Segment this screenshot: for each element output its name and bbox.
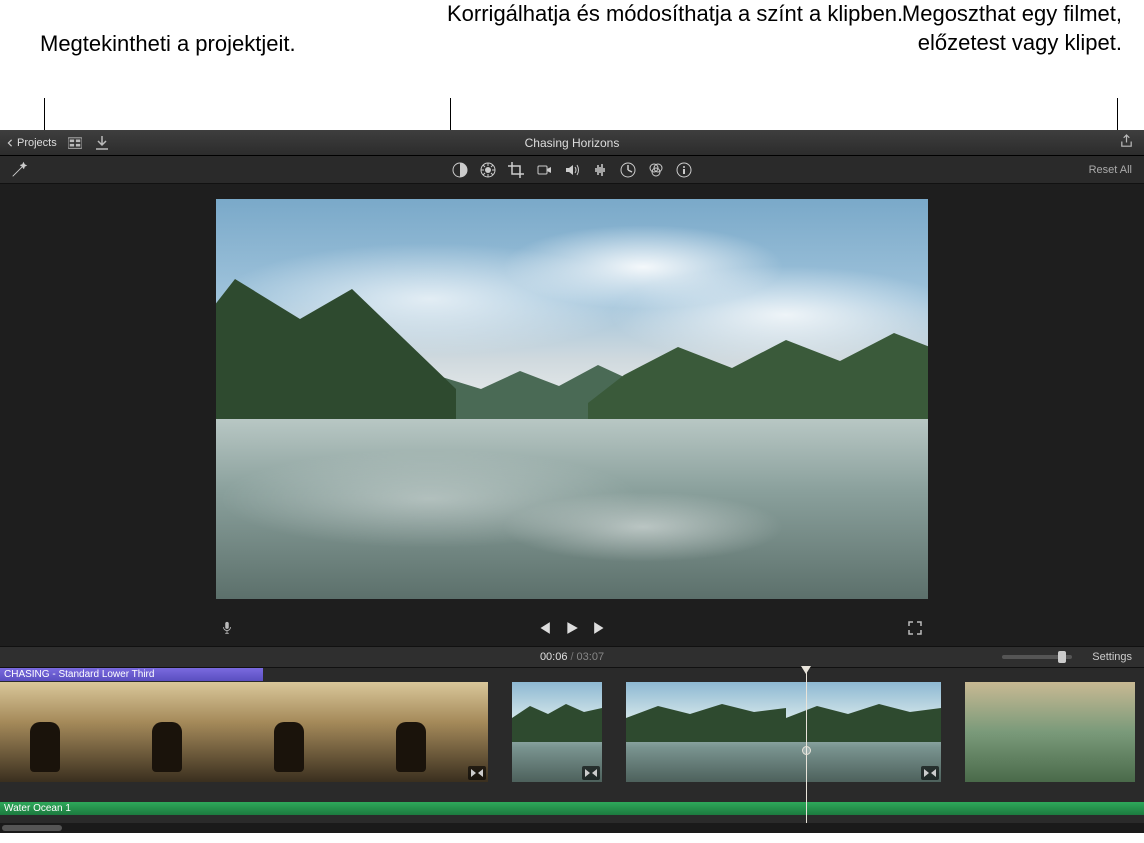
callout-line xyxy=(1117,98,1118,132)
crop-icon[interactable] xyxy=(507,161,525,179)
video-track xyxy=(0,682,1144,782)
time-duration: 03:07 xyxy=(577,651,605,663)
play-button[interactable] xyxy=(565,621,579,640)
projects-back-button[interactable]: Projects xyxy=(6,137,57,149)
scrollbar-thumb[interactable] xyxy=(2,825,62,831)
zoom-thumb[interactable] xyxy=(1058,651,1066,663)
video-clip-2[interactable] xyxy=(512,682,602,782)
noise-reduction-icon[interactable] xyxy=(591,161,609,179)
transition-icon[interactable] xyxy=(582,766,600,780)
playhead[interactable] xyxy=(806,668,807,823)
callouts-region: Megtekintheti a projektjeit. Korrigálhat… xyxy=(0,0,1144,130)
callout-share: Megoszthat egy filmet, előzetest vagy kl… xyxy=(897,0,1122,57)
title-track: CHASING - Standard Lower Third xyxy=(0,668,1144,682)
callout-color: Korrigálhatja és módosíthatja a színt a … xyxy=(447,0,903,29)
video-clip-4[interactable] xyxy=(965,682,1135,782)
reset-all-button[interactable]: Reset All xyxy=(1089,164,1144,176)
app-window: Projects Chasing Horizons xyxy=(0,130,1144,833)
timeline-scrollbar[interactable] xyxy=(0,823,1144,833)
viewer-area xyxy=(0,184,1144,614)
playback-controls-bar xyxy=(0,614,1144,646)
spacer-track xyxy=(0,782,1144,802)
callout-projects: Megtekintheti a projektjeit. xyxy=(40,30,296,59)
color-wheel-icon[interactable] xyxy=(479,161,497,179)
video-clip-1[interactable] xyxy=(0,682,488,782)
video-preview[interactable] xyxy=(216,199,928,599)
color-balance-icon[interactable] xyxy=(451,161,469,179)
next-button[interactable] xyxy=(593,621,607,640)
magic-wand-button[interactable] xyxy=(0,161,28,179)
project-title: Chasing Horizons xyxy=(0,136,1144,150)
volume-icon[interactable] xyxy=(563,161,581,179)
top-toolbar: Projects Chasing Horizons xyxy=(0,130,1144,156)
fullscreen-button[interactable] xyxy=(908,621,922,640)
time-separator: / xyxy=(567,651,576,663)
speed-icon[interactable] xyxy=(619,161,637,179)
media-library-icon[interactable] xyxy=(67,136,84,150)
projects-label: Projects xyxy=(17,137,57,149)
audio-track: Water Ocean 1 xyxy=(0,802,1144,816)
stabilize-icon[interactable] xyxy=(535,161,553,179)
callout-line xyxy=(44,98,45,132)
timeline[interactable]: CHASING - Standard Lower Third xyxy=(0,668,1144,833)
transition-icon[interactable] xyxy=(921,766,939,780)
voiceover-button[interactable] xyxy=(0,621,234,640)
transition-icon[interactable] xyxy=(468,766,486,780)
title-clip[interactable]: CHASING - Standard Lower Third xyxy=(0,668,263,681)
filters-icon[interactable] xyxy=(647,161,665,179)
adjustments-toolbar: Reset All xyxy=(0,156,1144,184)
zoom-slider[interactable] xyxy=(1002,655,1072,659)
audio-clip[interactable]: Water Ocean 1 xyxy=(0,802,1144,815)
timeline-settings-button[interactable]: Settings xyxy=(1092,651,1132,663)
time-current: 00:06 xyxy=(540,651,568,663)
video-clip-3[interactable] xyxy=(626,682,941,782)
info-icon[interactable] xyxy=(675,161,693,179)
playhead-handle[interactable] xyxy=(802,746,811,755)
timecode-bar: 00:06/03:07 Settings xyxy=(0,646,1144,668)
timecode-display: 00:06/03:07 xyxy=(540,651,604,663)
prev-button[interactable] xyxy=(537,621,551,640)
import-icon[interactable] xyxy=(94,136,111,150)
share-button[interactable] xyxy=(1119,134,1134,152)
